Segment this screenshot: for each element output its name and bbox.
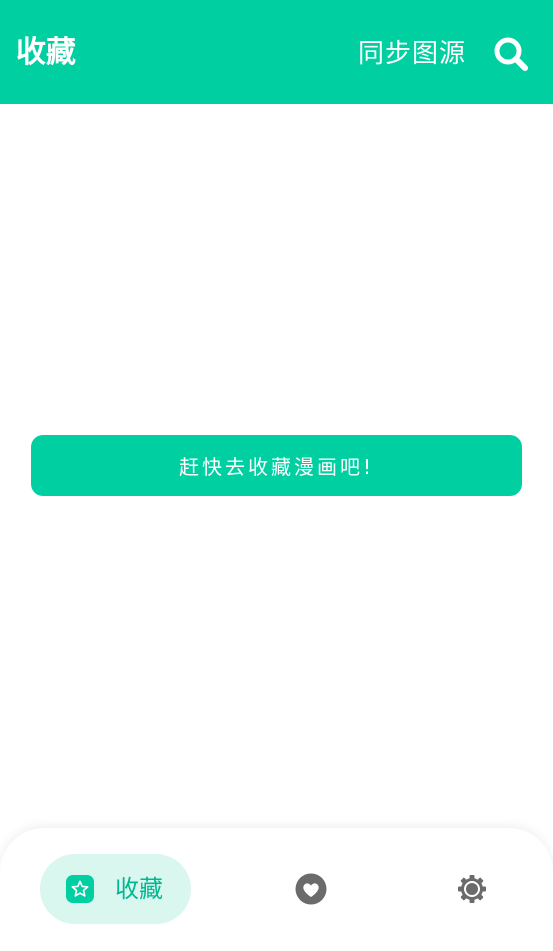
- top-app-bar: 收藏 同步图源: [0, 0, 553, 104]
- nav-item-favorites-label: 收藏: [115, 875, 163, 903]
- go-collect-label: 赶快去收藏漫画吧!: [178, 455, 375, 479]
- bottom-navigation: 收藏: [0, 828, 553, 951]
- search-icon[interactable]: [491, 34, 531, 74]
- star-icon: [66, 875, 94, 903]
- page-title: 收藏: [16, 35, 76, 70]
- go-collect-button[interactable]: 赶快去收藏漫画吧!: [31, 435, 522, 496]
- nav-item-favorites[interactable]: 收藏: [40, 854, 191, 924]
- sync-sources-button[interactable]: 同步图源: [358, 36, 466, 72]
- heart-icon[interactable]: [294, 872, 328, 906]
- gear-icon[interactable]: [455, 872, 489, 906]
- app-root: 收藏 同步图源 赶快去收藏漫画吧! 收藏: [0, 0, 553, 951]
